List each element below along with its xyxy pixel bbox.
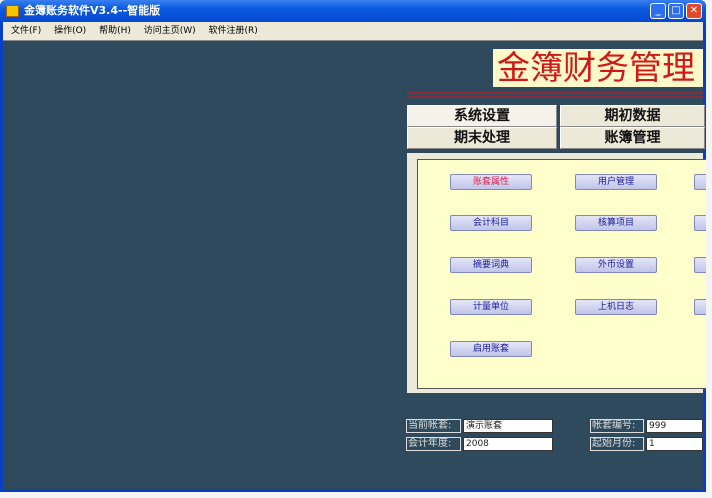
set-number-label: 帐套编号:: [590, 419, 644, 433]
divider: [407, 96, 703, 98]
login-log-button[interactable]: 上机日志: [575, 299, 657, 315]
accounting-subjects-button[interactable]: 会计科目: [450, 215, 532, 231]
banner-title: 金簿财务管理: [493, 49, 703, 87]
title-bar: 金簿账务软件V3.4--智能版 _ □ ✕: [0, 0, 706, 22]
accounting-items-button[interactable]: 核算项目: [575, 215, 657, 231]
menu-help[interactable]: 帮助(H): [99, 26, 131, 36]
menu-bar: 文件(F) 操作(O) 帮助(H) 访问主页(W) 软件注册(R): [3, 22, 703, 40]
menu-register[interactable]: 软件注册(R): [209, 26, 258, 36]
menu-homepage[interactable]: 访问主页(W): [144, 26, 196, 36]
window-title: 金簿账务软件V3.4--智能版: [24, 4, 161, 17]
close-button[interactable]: ✕: [686, 3, 702, 19]
more-button[interactable]: [694, 299, 706, 315]
user-management-button[interactable]: 用户管理: [575, 174, 657, 190]
tab-panel: 账套属性 用户管理 会计科目 核算项目 摘要词典 外币设置 计量单位 上机日志 …: [407, 153, 706, 393]
tab-period-end[interactable]: 期末处理: [407, 127, 557, 149]
measurement-unit-button[interactable]: 计量单位: [450, 299, 532, 315]
current-set-field: 演示账套: [463, 419, 553, 433]
menu-file[interactable]: 文件(F): [11, 26, 41, 36]
set-number-field: 999: [646, 419, 703, 433]
current-set-label: 当前帐套:: [406, 419, 461, 433]
year-field: 2008: [463, 437, 553, 451]
menu-operate[interactable]: 操作(O): [54, 26, 86, 36]
more-button[interactable]: [694, 215, 706, 231]
enable-account-set-button[interactable]: 启用账套: [450, 341, 532, 357]
start-month-label: 起始月份:: [590, 437, 644, 451]
maximize-button[interactable]: □: [668, 3, 684, 19]
more-button[interactable]: [694, 174, 706, 190]
button-area: 账套属性 用户管理 会计科目 核算项目 摘要词典 外币设置 计量单位 上机日志 …: [417, 159, 706, 389]
start-month-field: 1: [646, 437, 703, 451]
app-window: 金簿账务软件V3.4--智能版 _ □ ✕ 文件(F) 操作(O) 帮助(H) …: [0, 0, 706, 492]
account-set-properties-button[interactable]: 账套属性: [450, 174, 532, 190]
client-area: 金簿财务管理 系统设置 期初数据 期末处理 账簿管理 账套属性 用户管理 会计科…: [3, 40, 706, 489]
minimize-button[interactable]: _: [650, 3, 666, 19]
divider: [407, 92, 703, 94]
tab-ledger-management[interactable]: 账簿管理: [560, 127, 705, 149]
tab-system-settings[interactable]: 系统设置: [407, 105, 557, 127]
currency-settings-button[interactable]: 外币设置: [575, 257, 657, 273]
tab-opening-data[interactable]: 期初数据: [560, 105, 705, 127]
more-button[interactable]: [694, 257, 706, 273]
year-label: 会计年度:: [406, 437, 461, 451]
summary-dictionary-button[interactable]: 摘要词典: [450, 257, 532, 273]
app-icon: [6, 5, 19, 17]
